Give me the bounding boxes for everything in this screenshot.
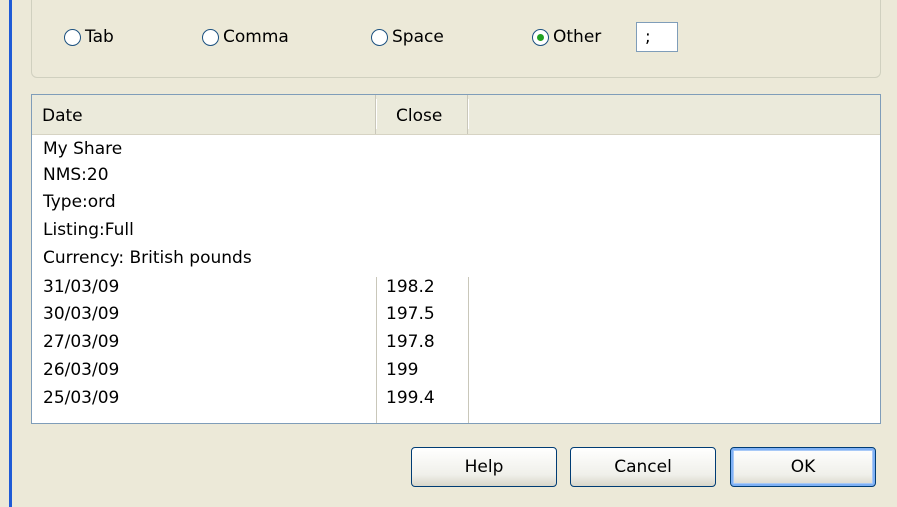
cell-close: 198.2: [386, 277, 435, 297]
info-row-text: Currency: British pounds: [43, 248, 252, 268]
preview-table: Date Close My Share NMS:20 Type:ord List…: [31, 94, 881, 424]
delimiter-groupbox: [31, 0, 881, 78]
cell-date: 30/03/09: [43, 304, 120, 324]
info-row-text: Listing:Full: [43, 220, 134, 240]
window-left-border: [9, 0, 12, 507]
radio-comma-circle[interactable]: [202, 28, 219, 46]
cell-date: 27/03/09: [43, 332, 120, 352]
column-header-close[interactable]: Close: [376, 95, 469, 134]
table-row: 31/03/09 198.2: [32, 274, 880, 300]
radio-tab-circle[interactable]: [64, 28, 81, 46]
cancel-button[interactable]: Cancel: [570, 447, 716, 487]
radio-other-circle[interactable]: [532, 28, 549, 46]
table-row: 27/03/09 197.8: [32, 329, 880, 355]
radio-tab-label: Tab: [85, 27, 114, 47]
table-row: 26/03/09 199: [32, 357, 880, 383]
cell-close: 197.8: [386, 332, 435, 352]
info-row: Currency: British pounds: [32, 245, 880, 271]
info-row: NMS:20: [32, 162, 880, 188]
cell-close: 199.4: [386, 388, 435, 408]
column-header-date[interactable]: Date: [32, 95, 377, 134]
radio-other[interactable]: Other: [532, 26, 601, 48]
cell-date: 31/03/09: [43, 277, 120, 297]
radio-comma-label: Comma: [223, 27, 289, 47]
table-row: 30/03/09 197.5: [32, 301, 880, 327]
table-row: 25/03/09 199.4: [32, 385, 880, 411]
help-button[interactable]: Help: [411, 447, 557, 487]
radio-comma[interactable]: Comma: [202, 26, 289, 48]
radio-space-circle[interactable]: [371, 28, 388, 46]
info-row: My Share: [32, 136, 880, 162]
cell-date: 26/03/09: [43, 360, 120, 380]
radio-space[interactable]: Space: [371, 26, 444, 48]
table-header: Date Close: [32, 95, 880, 135]
cell-close: 199: [386, 360, 419, 380]
info-row-text: My Share: [43, 139, 123, 159]
ok-button[interactable]: OK: [730, 447, 876, 487]
radio-tab[interactable]: Tab: [64, 26, 114, 48]
other-delimiter-input[interactable]: ;: [636, 22, 678, 52]
info-row: Type:ord: [32, 189, 880, 215]
cell-close: 197.5: [386, 304, 435, 324]
info-row-text: Type:ord: [43, 192, 116, 212]
cell-date: 25/03/09: [43, 388, 120, 408]
radio-space-label: Space: [392, 27, 444, 47]
info-row-text: NMS:20: [43, 165, 109, 185]
radio-other-label: Other: [553, 27, 602, 47]
info-row: Listing:Full: [32, 217, 880, 243]
